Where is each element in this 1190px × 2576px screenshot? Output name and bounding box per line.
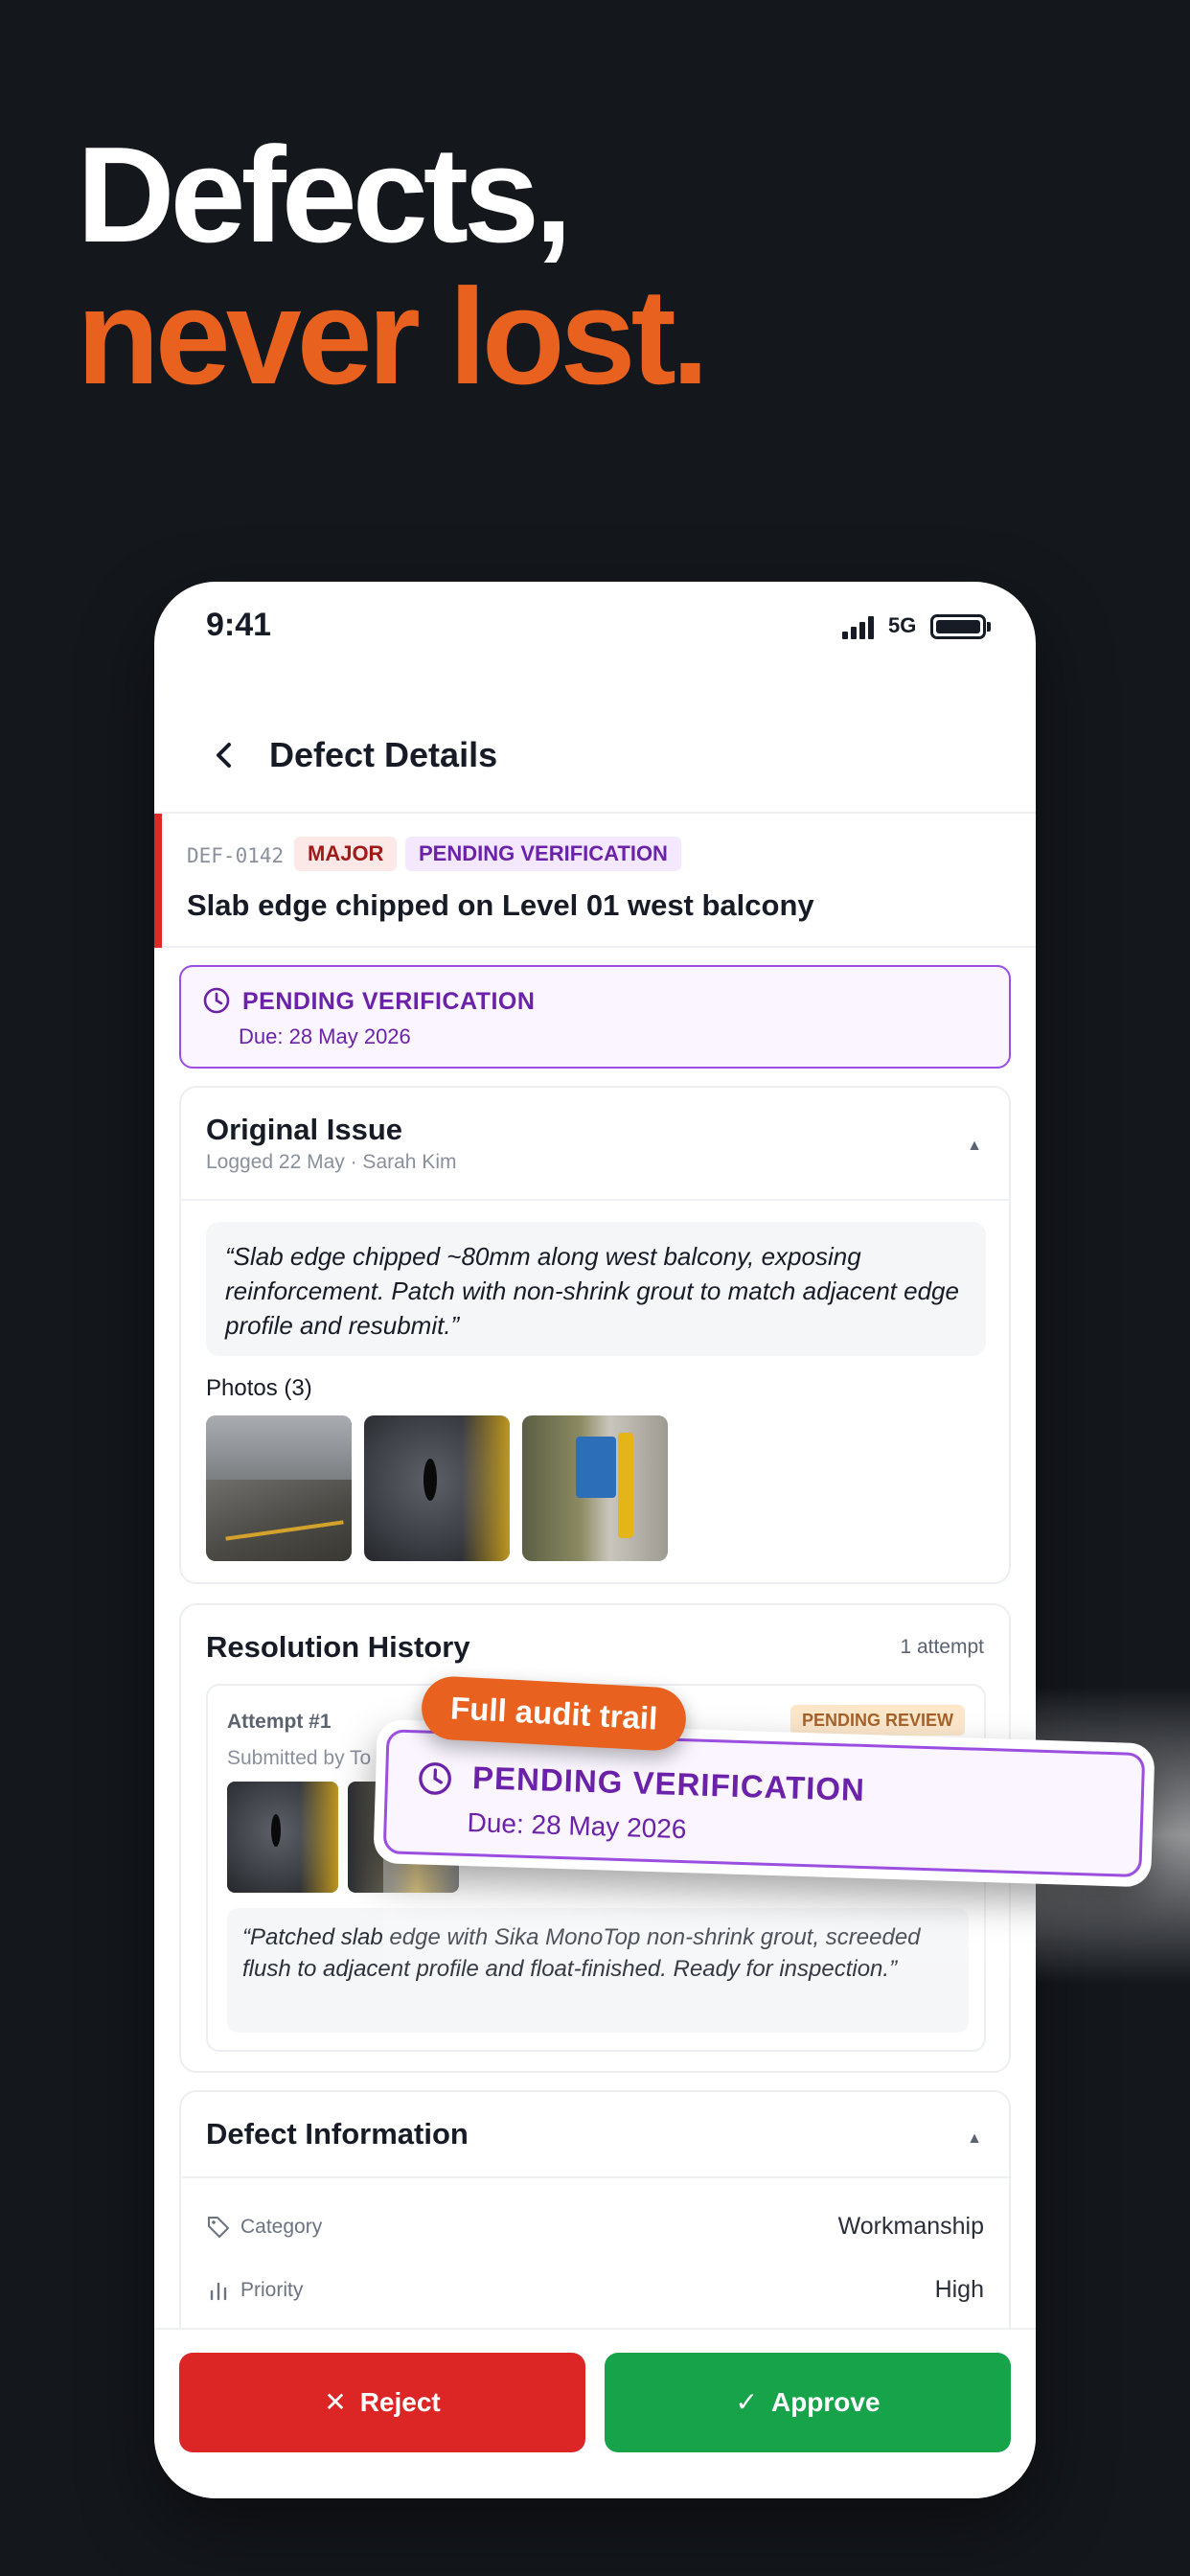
back-chevron-icon: [217, 743, 231, 768]
status-bar: 9:41 5G: [154, 582, 1036, 674]
info-value: Workmanship: [837, 2213, 984, 2240]
defect-information-title: Defect Information: [206, 2117, 469, 2150]
network-label: 5G: [888, 613, 917, 637]
reject-label: Reject: [359, 2387, 441, 2417]
floating-status: PENDING VERIFICATION: [471, 1760, 866, 1808]
back-button[interactable]: [200, 731, 248, 779]
status-badge: PENDING VERIFICATION: [405, 837, 681, 871]
info-label: Category: [240, 2216, 323, 2238]
verification-due: Due: 28 May 2026: [239, 1024, 411, 1048]
issue-quote: “Slab edge chipped ~80mm along west balc…: [206, 1222, 986, 1356]
clock-icon: [203, 987, 230, 1014]
original-issue-title: Original Issue: [206, 1113, 403, 1146]
info-value: High: [934, 2276, 984, 2303]
original-issue-meta: Logged 22 May · Sarah Kim: [206, 1151, 457, 1173]
defect-title: Slab edge chipped on Level 01 west balco…: [187, 888, 814, 922]
info-row-category: Category Workmanship: [206, 2209, 984, 2247]
photo-thumbnail-1[interactable]: [206, 1415, 352, 1561]
divider: [181, 1199, 1009, 1201]
defect-header: DEF-0142 MAJOR PENDING VERIFICATION Slab…: [154, 814, 1036, 948]
attempt-count: 1 attempt: [900, 1636, 984, 1658]
approve-label: Approve: [770, 2387, 881, 2417]
verification-banner: PENDING VERIFICATION Due: 28 May 2026: [179, 965, 1011, 1069]
attempt-submitter: Submitted by To: [227, 1747, 372, 1769]
floating-card-inner: PENDING VERIFICATION Due: 28 May 2026: [382, 1729, 1146, 1878]
approve-button[interactable]: ✓ Approve: [605, 2353, 1011, 2452]
attempt-photo-1[interactable]: [227, 1782, 338, 1893]
reject-button[interactable]: ✕ Reject: [179, 2353, 585, 2452]
battery-tip: [987, 622, 991, 632]
status-time: 9:41: [206, 607, 272, 643]
divider: [181, 2176, 1009, 2178]
page-title: Defect Details: [269, 735, 498, 774]
close-icon: ✕: [324, 2387, 347, 2417]
tag-icon: [208, 2217, 229, 2238]
floating-verification-card: PENDING VERIFICATION Due: 28 May 2026: [373, 1719, 1156, 1888]
collapse-caret-icon[interactable]: ▲: [967, 2130, 982, 2148]
clock-icon: [419, 1762, 451, 1795]
attempt-note: “Patched slab edge with Sika MonoTop non…: [227, 1908, 969, 2033]
verification-status: PENDING VERIFICATION: [242, 988, 536, 1015]
signal-icon: [842, 616, 877, 639]
hero-line-2: never lost.: [77, 261, 709, 413]
photos-label: Photos (3): [206, 1375, 312, 1401]
photo-thumbnail-3[interactable]: [522, 1415, 668, 1561]
phone-frame: 9:41 5G Defect Details DEF-0142 MAJOR PE…: [154, 582, 1036, 2498]
hero-headline: Defects, never lost.: [77, 119, 709, 413]
pending-review-badge: PENDING REVIEW: [790, 1705, 965, 1736]
action-bar: ✕ Reject ✓ Approve: [154, 2328, 1036, 2498]
defect-code: DEF-0142: [187, 844, 285, 867]
resolution-title: Resolution History: [206, 1630, 470, 1664]
check-icon: ✓: [735, 2387, 758, 2417]
bar-chart-icon: [210, 2282, 227, 2301]
info-label: Priority: [240, 2279, 304, 2301]
info-row-priority: Priority High: [206, 2272, 984, 2311]
severity-badge: MAJOR: [294, 837, 398, 871]
attempt-title: Attempt #1: [227, 1711, 332, 1733]
photo-thumbnail-2[interactable]: [364, 1415, 510, 1561]
hero-line-1: Defects,: [77, 119, 572, 271]
original-issue-card: Original Issue Logged 22 May · Sarah Kim…: [179, 1086, 1011, 1584]
battery-icon: [930, 614, 986, 639]
severity-strip: [154, 814, 162, 948]
collapse-caret-icon[interactable]: ▲: [967, 1138, 982, 1155]
nav-bar: Defect Details: [154, 697, 1036, 814]
floating-due: Due: 28 May 2026: [467, 1807, 687, 1845]
